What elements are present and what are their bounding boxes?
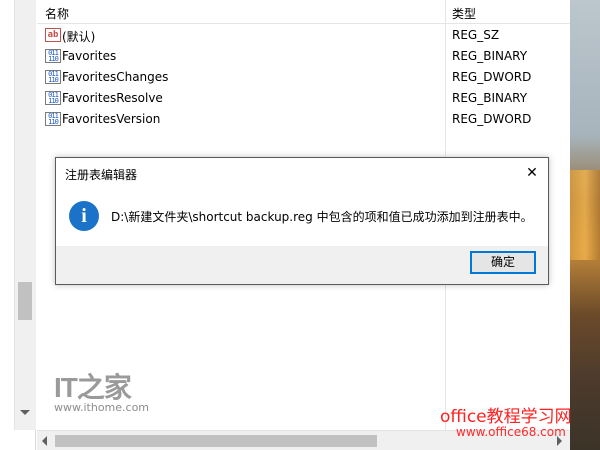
binary-value-icon: 011 110 — [45, 91, 61, 105]
value-type: REG_SZ — [452, 28, 500, 42]
registry-tree-pane[interactable] — [0, 0, 36, 450]
value-row[interactable]: ab (默认) REG_SZ — [37, 25, 570, 46]
dialog-titlebar[interactable]: 注册表编辑器 ✕ — [56, 158, 548, 188]
value-type: REG_BINARY — [452, 91, 528, 105]
column-header-type[interactable]: 类型 — [452, 5, 476, 22]
binary-value-icon: 011 110 — [45, 49, 61, 63]
value-row[interactable]: 011 110 FavoritesResolve REG_BINARY — [37, 88, 570, 109]
value-row[interactable]: 011 110 FavoritesVersion REG_DWORD — [37, 109, 570, 130]
binary-value-icon: 011 110 — [45, 70, 61, 84]
ithome-watermark-url: www.ithome.com — [54, 401, 150, 414]
tree-vertical-scrollbar[interactable] — [14, 0, 36, 430]
value-type: REG_DWORD — [452, 70, 532, 84]
dialog-message: D:\新建文件夹\shortcut backup.reg 中包含的项和值已成功添… — [111, 210, 533, 224]
wallpaper-highlight — [570, 170, 600, 260]
column-header-name[interactable]: 名称 — [45, 5, 69, 22]
value-row[interactable]: 011 110 Favorites REG_BINARY — [37, 46, 570, 67]
value-name: FavoritesResolve — [62, 91, 163, 105]
desktop-wallpaper — [570, 0, 600, 450]
horizontal-scrollbar-thumb[interactable] — [55, 435, 377, 447]
value-name: FavoritesVersion — [62, 112, 161, 126]
value-type: REG_DWORD — [452, 112, 532, 126]
dialog-footer: 确定 — [56, 246, 548, 284]
tree-scrollbar-thumb[interactable] — [18, 282, 32, 320]
office-watermark-text: office教程学习网 — [440, 407, 572, 427]
value-type: REG_BINARY — [452, 49, 528, 63]
ok-button[interactable]: 确定 — [470, 251, 536, 274]
information-icon: i — [69, 201, 99, 231]
value-name: Favorites — [62, 49, 117, 63]
scroll-left-arrow-icon[interactable] — [42, 436, 47, 446]
value-name: (默认) — [62, 30, 96, 44]
list-header: 名称 类型 — [37, 0, 570, 24]
binary-value-icon: 011 110 — [45, 112, 61, 126]
dialog-title: 注册表编辑器 — [65, 168, 138, 182]
value-name: FavoritesChanges — [62, 70, 169, 84]
regedit-message-dialog: 注册表编辑器 ✕ i D:\新建文件夹\shortcut backup.reg … — [55, 157, 549, 285]
ithome-watermark-logo: IT之家 — [54, 372, 132, 403]
office-watermark-url: www.office68.com — [456, 425, 566, 439]
string-value-icon: ab — [45, 28, 61, 42]
close-icon[interactable]: ✕ — [518, 160, 546, 186]
dialog-body: i D:\新建文件夹\shortcut backup.reg 中包含的项和值已成… — [56, 188, 548, 246]
value-row[interactable]: 011 110 FavoritesChanges REG_DWORD — [37, 67, 570, 88]
scroll-down-arrow-icon[interactable] — [20, 410, 30, 415]
